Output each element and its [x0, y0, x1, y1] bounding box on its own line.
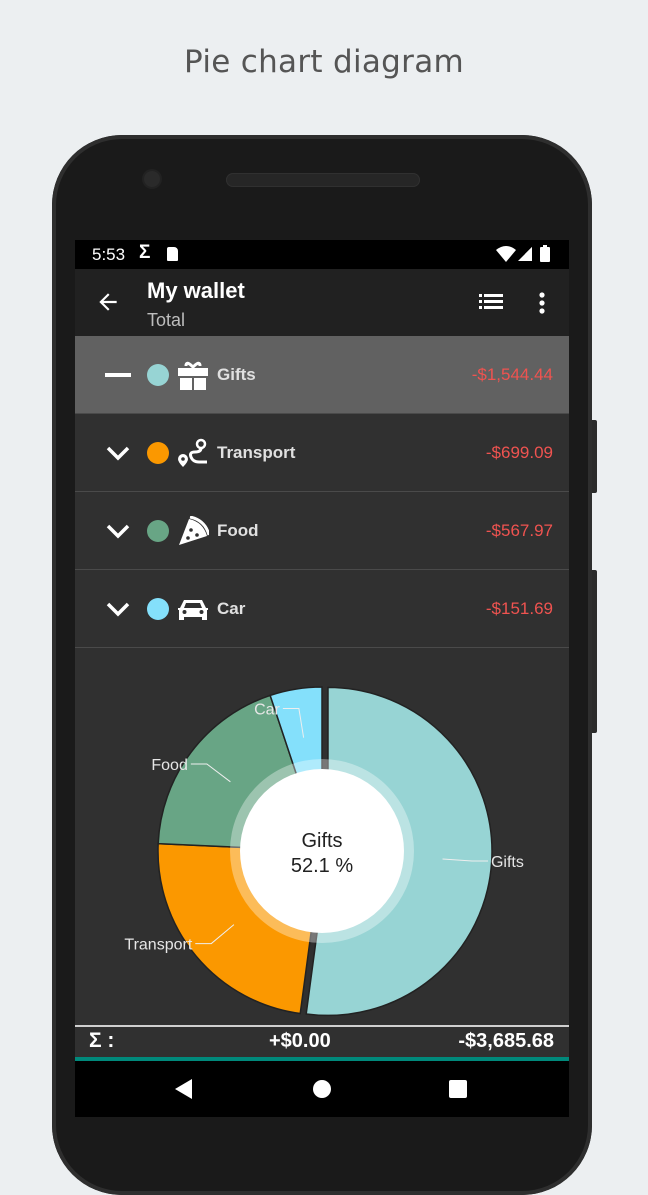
category-name: Car	[217, 599, 246, 618]
category-name: Transport	[217, 443, 296, 462]
earpiece-speaker	[226, 173, 420, 187]
color-dot	[147, 364, 169, 386]
category-amount: -$699.09	[485, 443, 553, 462]
navigation-bar	[75, 1061, 569, 1117]
pie-chart[interactable]: Gifts Transport Food Car Gifts 52.1 %	[75, 650, 569, 1025]
center-value: 52.1 %	[291, 855, 353, 877]
wifi-icon	[496, 246, 516, 262]
chevron-down-icon[interactable]	[105, 596, 131, 622]
color-dot	[147, 442, 169, 464]
category-row-transport[interactable]: Transport -$699.09	[75, 414, 569, 492]
app-bar: My wallet Total	[75, 269, 569, 336]
signal-icon	[518, 247, 532, 261]
category-row-food[interactable]: Food -$567.97	[75, 492, 569, 570]
color-dot	[147, 598, 169, 620]
sigma-icon: Σ	[139, 242, 151, 263]
nav-recents-icon[interactable]	[449, 1080, 467, 1098]
front-camera	[144, 171, 160, 187]
pizza-icon	[179, 516, 209, 545]
expense-total: -$3,685.68	[458, 1030, 554, 1052]
slice-label: Gifts	[491, 854, 524, 871]
slice-label: Car	[254, 702, 280, 719]
category-amount: -$567.97	[485, 521, 553, 540]
sd-card-icon	[167, 247, 178, 261]
slice-label: Food	[151, 757, 187, 774]
summary-bar: Σ : +$0.00 -$3,685.68	[75, 1025, 569, 1061]
category-row-gifts[interactable]: Gifts -$1,544.44	[75, 336, 569, 414]
nav-back-icon[interactable]	[175, 1079, 192, 1099]
app-title: My wallet	[147, 278, 245, 303]
nav-home-icon[interactable]	[313, 1080, 331, 1098]
color-dot	[147, 520, 169, 542]
slice-label: Transport	[124, 937, 192, 954]
income-total: +$0.00	[269, 1030, 331, 1052]
category-amount: -$151.69	[485, 599, 553, 618]
category-name: Food	[217, 521, 259, 540]
app-subtitle: Total	[147, 310, 186, 330]
battery-icon	[540, 245, 550, 262]
gift-icon	[178, 361, 208, 390]
chevron-down-icon[interactable]	[105, 518, 131, 544]
sum-label: Σ :	[89, 1029, 115, 1052]
route-icon	[178, 438, 207, 467]
car-icon	[178, 600, 208, 620]
more-vert-icon[interactable]	[536, 291, 548, 315]
collapse-icon[interactable]	[105, 362, 131, 388]
pie-chart-svg[interactable]: Gifts Transport Food Car Gifts 52.1 %	[75, 650, 569, 1025]
list-icon[interactable]	[479, 293, 503, 311]
center-label: Gifts	[301, 830, 342, 852]
screen: 5:53 Σ My wallet Total Gifts -$1,544.44	[75, 240, 569, 1117]
volume-button	[592, 570, 597, 733]
category-amount: -$1,544.44	[471, 365, 553, 384]
page-caption: Pie chart diagram	[184, 44, 464, 80]
category-row-car[interactable]: Car -$151.69	[75, 570, 569, 648]
back-arrow-icon[interactable]	[95, 289, 121, 315]
chevron-down-icon[interactable]	[105, 440, 131, 466]
power-button	[592, 420, 597, 493]
status-bar: 5:53 Σ	[75, 240, 569, 269]
category-name: Gifts	[217, 365, 256, 384]
status-time: 5:53	[92, 245, 126, 264]
